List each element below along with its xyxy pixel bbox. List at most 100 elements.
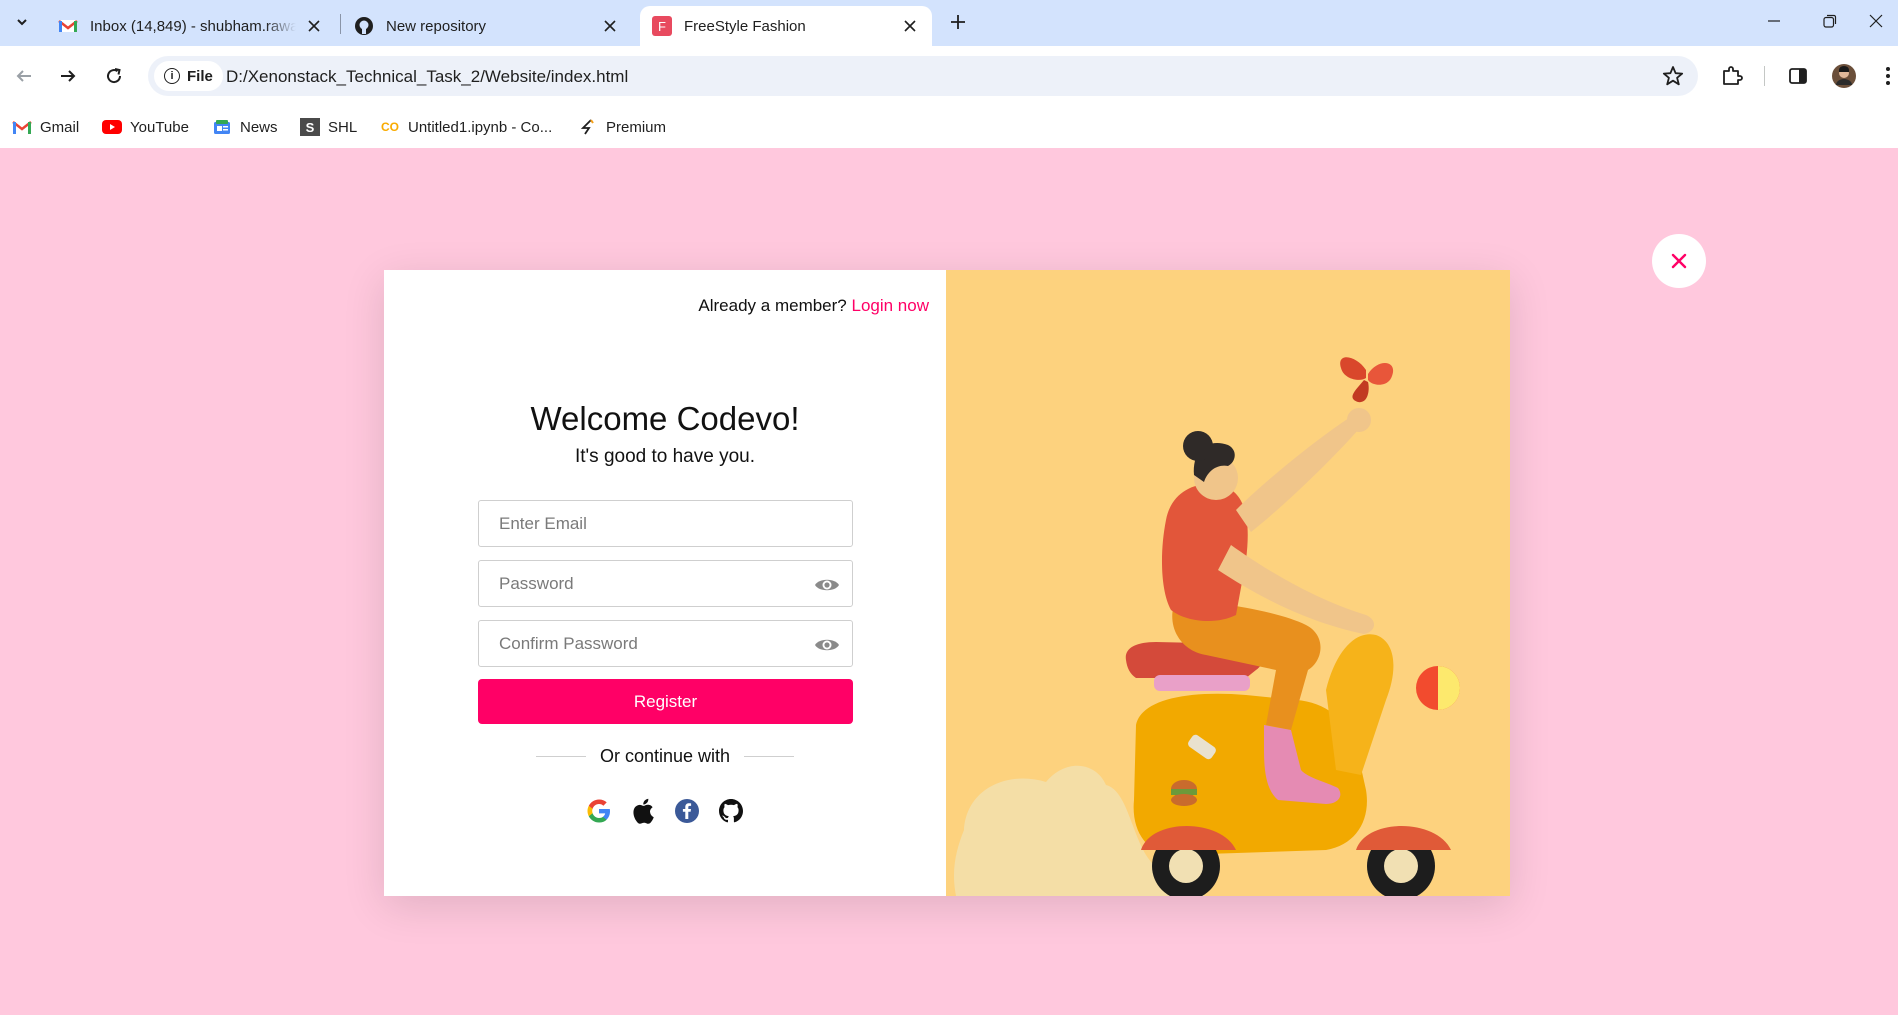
- tab-strip: Inbox (14,849) - shubham.rawat New repos…: [0, 0, 1898, 46]
- register-button[interactable]: Register: [478, 679, 853, 724]
- eye-icon[interactable]: [814, 636, 840, 654]
- page-subtitle: It's good to have you.: [574, 446, 756, 467]
- confirm-password-input[interactable]: [479, 621, 852, 666]
- login-now-link[interactable]: Login now: [851, 296, 929, 315]
- puzzle-icon: [1723, 66, 1743, 85]
- close-icon[interactable]: [900, 16, 920, 36]
- eye-icon[interactable]: [814, 576, 840, 594]
- social-login-row: [384, 797, 946, 825]
- modal-close-button[interactable]: [1652, 234, 1706, 288]
- bookmark-colab[interactable]: CO Untitled1.ipynb - Co...: [380, 116, 552, 138]
- close-icon: [1869, 14, 1883, 28]
- bookmark-premium[interactable]: Premium: [578, 116, 666, 138]
- page-title: Welcome Codevo!: [530, 400, 800, 437]
- tab-title: Inbox (14,849) - shubham.rawat: [90, 17, 296, 35]
- colab-icon-letter: CO: [381, 120, 399, 134]
- restore-icon: [1823, 14, 1837, 28]
- bookmark-shl[interactable]: S SHL: [300, 116, 357, 138]
- browser-toolbar: i File D:/Xenonstack_Technical_Task_2/We…: [0, 46, 1898, 106]
- toolbar-separator: [1764, 66, 1765, 86]
- bookmark-label: Gmail: [40, 118, 80, 136]
- divider-line: [535, 756, 586, 757]
- more-vert-icon: [1886, 67, 1890, 85]
- news-icon: [212, 118, 232, 136]
- facebook-login-button[interactable]: [673, 797, 701, 825]
- bookmark-gmail[interactable]: Gmail: [12, 116, 79, 138]
- close-icon: [1671, 253, 1687, 269]
- colab-icon: CO: [380, 118, 400, 136]
- info-icon: i: [164, 68, 180, 84]
- reload-button[interactable]: [98, 60, 130, 92]
- apple-login-button[interactable]: [629, 797, 657, 825]
- freestyle-icon: F: [652, 16, 672, 36]
- tab-freestyle-fashion[interactable]: F FreeStyle Fashion: [640, 6, 932, 46]
- reload-icon: [107, 68, 122, 84]
- side-panel-icon: [1789, 68, 1807, 84]
- restore-button[interactable]: [1810, 6, 1850, 36]
- menu-button[interactable]: [1872, 60, 1898, 92]
- tab-title: FreeStyle Fashion: [684, 17, 806, 35]
- bookmark-youtube[interactable]: YouTube: [102, 116, 189, 138]
- bookmark-news[interactable]: News: [212, 116, 278, 138]
- new-tab-button[interactable]: [944, 8, 972, 36]
- register-modal: Already a member? Login now Welcome Code…: [384, 270, 1510, 896]
- premium-icon: [578, 118, 598, 136]
- bookmark-star-icon[interactable]: [1662, 65, 1684, 87]
- plus-icon: [951, 15, 965, 29]
- favicon-letter: F: [658, 18, 666, 34]
- back-button[interactable]: [8, 60, 40, 92]
- shl-icon-letter: S: [305, 119, 315, 135]
- register-form-panel: Already a member? Login now Welcome Code…: [384, 270, 946, 896]
- tab-search-button[interactable]: [8, 8, 36, 36]
- site-chip-label: File: [187, 67, 213, 85]
- github-login-button[interactable]: [717, 797, 745, 825]
- tab-github[interactable]: New repository: [342, 6, 632, 46]
- social-divider: Or continue with: [384, 746, 946, 767]
- tab-title: New repository: [386, 17, 487, 35]
- bookmark-label: YouTube: [130, 118, 189, 136]
- forward-button[interactable]: [52, 60, 84, 92]
- tab-separator: [340, 14, 341, 34]
- scooter-illustration-panel: [946, 270, 1510, 896]
- google-login-button[interactable]: [585, 797, 613, 825]
- github-icon: [354, 16, 374, 36]
- email-field: [478, 500, 853, 547]
- divider-text: Or continue with: [599, 746, 731, 766]
- bookmark-label: Premium: [606, 118, 667, 136]
- minimize-icon: [1768, 20, 1780, 22]
- scooter-rider-illustration: [953, 357, 1460, 896]
- bookmark-label: SHL: [328, 118, 358, 136]
- arrow-left-icon: [16, 70, 31, 82]
- email-input[interactable]: [479, 501, 852, 546]
- confirm-password-field: [478, 620, 853, 667]
- profile-avatar[interactable]: [1828, 60, 1860, 92]
- shl-icon: S: [300, 118, 320, 136]
- github-icon: [719, 799, 743, 823]
- site-info-chip[interactable]: i File: [154, 61, 223, 91]
- member-prompt: Already a member? Login now: [698, 296, 929, 316]
- gmail-icon: [12, 118, 32, 136]
- arrow-right-icon: [61, 70, 76, 82]
- close-window-button[interactable]: [1856, 6, 1896, 36]
- password-input[interactable]: [479, 561, 852, 606]
- google-icon: [587, 799, 610, 823]
- avatar-icon: [1832, 64, 1856, 88]
- member-prompt-text: Already a member?: [698, 296, 847, 315]
- password-field: [478, 560, 853, 607]
- youtube-icon: [102, 118, 122, 136]
- chevron-down-icon: [17, 19, 27, 26]
- url-text[interactable]: D:/Xenonstack_Technical_Task_2/Website/i…: [226, 67, 628, 87]
- tab-gmail[interactable]: Inbox (14,849) - shubham.rawat: [46, 6, 336, 46]
- apple-icon: [633, 798, 654, 824]
- side-panel-button[interactable]: [1782, 60, 1814, 92]
- facebook-icon: [675, 799, 699, 823]
- close-icon[interactable]: [304, 16, 324, 36]
- divider-line: [744, 756, 795, 757]
- extensions-button[interactable]: [1716, 60, 1748, 92]
- bookmarks-bar: Gmail YouTube News S SHL CO Untitled1.ip…: [0, 106, 1898, 148]
- close-icon[interactable]: [600, 16, 620, 36]
- minimize-button[interactable]: [1754, 6, 1794, 36]
- address-bar[interactable]: i File D:/Xenonstack_Technical_Task_2/We…: [148, 56, 1698, 96]
- bookmark-label: Untitled1.ipynb - Co...: [408, 118, 553, 136]
- bookmark-label: News: [240, 118, 278, 136]
